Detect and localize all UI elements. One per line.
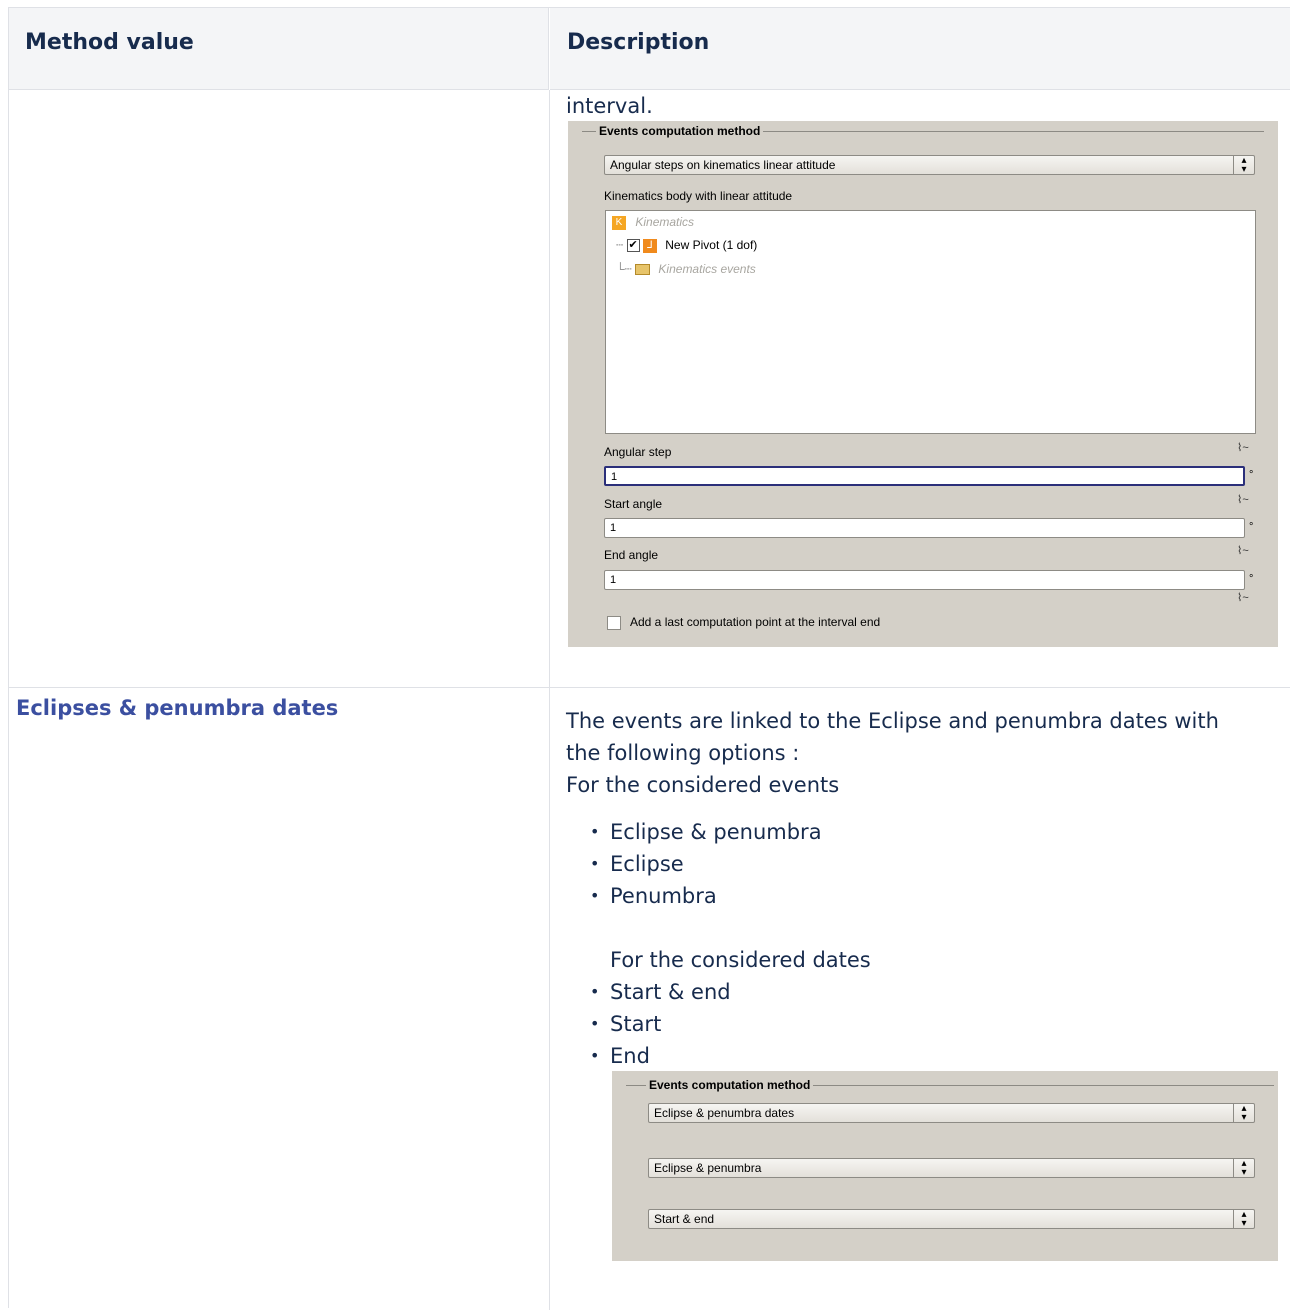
last-point-checkbox-row[interactable]: Add a last computation point at the inte… <box>607 615 880 630</box>
tree-events-folder[interactable]: └┄ Kinematics events <box>616 262 756 276</box>
row2-desc-line2: the following options : <box>566 741 800 765</box>
tree-root[interactable]: K Kinematics <box>612 215 694 230</box>
eclipse-events-select[interactable]: Eclipse & penumbra ▴ ▾ <box>648 1158 1255 1178</box>
panel-legend: Events computation method <box>646 1078 814 1092</box>
eclipse-dates-select[interactable]: Start & end ▴ ▾ <box>648 1209 1255 1229</box>
list-item: Start <box>566 1008 731 1040</box>
pivot-icon: ⅃ <box>642 238 657 253</box>
tree-events-label: Kinematics events <box>658 262 756 276</box>
end-angle-label: End angle <box>604 548 659 562</box>
angular-step-label: Angular step <box>604 445 672 459</box>
tree-label: Kinematics body with linear attitude <box>604 189 793 203</box>
updown-arrows-icon: ▴ ▾ <box>1233 1104 1254 1123</box>
method-eclipses-link[interactable]: Eclipses & penumbra dates <box>16 696 338 720</box>
panel-legend: Events computation method <box>596 124 764 138</box>
last-point-checkbox[interactable] <box>607 615 621 630</box>
last-point-label: Add a last computation point at the inte… <box>630 615 881 629</box>
tree-child-pivot[interactable]: ┄ ✔ ⅃ New Pivot (1 dof) <box>616 238 757 253</box>
kinematics-tree[interactable]: K Kinematics ┄ ✔ ⅃ New Pivot (1 dof) └┄ … <box>605 210 1256 434</box>
row1-description-tail: interval. <box>566 94 653 118</box>
list-item: Eclipse & penumbra <box>566 816 822 848</box>
updown-arrows-icon: ▴ ▾ <box>1233 1159 1254 1178</box>
end-angle-field[interactable]: 1 <box>604 570 1245 590</box>
updown-arrows-icon: ▴ ▾ <box>1233 156 1254 175</box>
tree-child-label: New Pivot (1 dof) <box>665 238 758 252</box>
graph-icon[interactable]: ⌇~ <box>1237 591 1249 604</box>
angular-steps-panel: Events computation method Angular steps … <box>568 121 1278 647</box>
eclipse-dates-value: Start & end <box>654 1212 715 1226</box>
list-item: Start & end <box>566 976 731 1008</box>
start-angle-label: Start angle <box>604 497 663 511</box>
method-select-value: Angular steps on kinematics linear attit… <box>610 158 836 172</box>
list-item: Penumbra <box>566 880 822 912</box>
graph-icon[interactable]: ⌇~ <box>1237 441 1249 454</box>
header-description: Description <box>550 8 1290 90</box>
events-options-list: Eclipse & penumbra Eclipse Penumbra <box>566 816 822 912</box>
eclipse-method-value: Eclipse & penumbra dates <box>654 1106 795 1120</box>
kinematics-icon: K <box>612 215 626 230</box>
tree-root-label: Kinematics <box>635 215 695 229</box>
list-item: Eclipse <box>566 848 822 880</box>
eclipse-panel: Events computation method Eclipse & penu… <box>612 1071 1278 1261</box>
row-divider <box>9 687 1290 688</box>
row2-desc-line3: For the considered events <box>566 773 840 797</box>
graph-icon[interactable]: ⌇~ <box>1237 493 1249 506</box>
end-angle-unit: ° <box>1249 573 1254 585</box>
list-item: End <box>566 1040 731 1072</box>
eclipse-method-select[interactable]: Eclipse & penumbra dates ▴ ▾ <box>648 1103 1255 1123</box>
graph-icon[interactable]: ⌇~ <box>1237 544 1249 557</box>
row2-desc-line1: The events are linked to the Eclipse and… <box>566 709 1219 733</box>
method-select[interactable]: Angular steps on kinematics linear attit… <box>604 155 1255 175</box>
start-angle-unit: ° <box>1249 521 1254 533</box>
dates-options-list: Start & end Start End <box>566 976 731 1072</box>
angular-step-field[interactable]: 1 <box>604 466 1245 486</box>
column-divider <box>549 90 550 1310</box>
header-method-value: Method value <box>9 8 549 90</box>
updown-arrows-icon: ▴ ▾ <box>1233 1210 1254 1229</box>
folder-icon <box>635 264 651 276</box>
dates-heading: For the considered dates <box>610 948 871 972</box>
eclipse-events-value: Eclipse & penumbra <box>654 1161 762 1175</box>
angular-step-unit: ° <box>1249 469 1254 481</box>
start-angle-field[interactable]: 1 <box>604 518 1245 538</box>
pivot-checkbox[interactable]: ✔ <box>626 239 640 253</box>
